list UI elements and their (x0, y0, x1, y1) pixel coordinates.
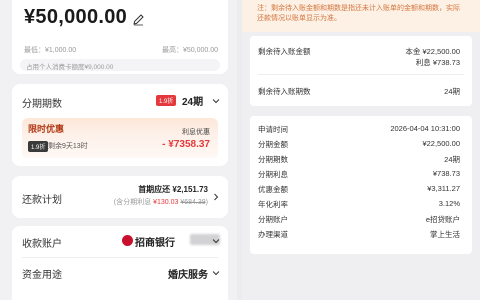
detail-value: e招贷账户 (425, 215, 460, 224)
interest-suffix: ) (205, 199, 208, 206)
detail-row: 优惠金额 ¥3,311.27 (258, 184, 460, 194)
bank-name[interactable]: 招商银行 (135, 234, 175, 249)
purpose-value[interactable]: 婚庆服务 (168, 266, 208, 281)
detail-row: 分期利息 ¥738.73 (258, 169, 460, 179)
installment-detail-panel: 注：剩余待入账金额和期数是指还未计入账单的金额和期数，实际还款情况以账单显示为准… (242, 0, 480, 300)
chevron-down-icon[interactable] (212, 237, 220, 245)
detail-label: 年化利率 (258, 200, 288, 209)
detail-label: 分期金额 (258, 140, 288, 149)
detail-value: ¥738.73 (432, 169, 460, 178)
detail-row: 申请时间 2026-04-04 10:31:00 (258, 124, 460, 134)
promo-title: 限时优惠 (28, 124, 65, 134)
first-payment-detail: (含分期利息 ¥130.03 ¥684.39) (114, 197, 208, 207)
detail-value: ¥22,500.00 (422, 139, 460, 148)
term-card: 分期期数 1.9折 24期 限时优惠 1.9折 剩余9天13时 利息优惠 - ¥… (12, 84, 228, 166)
interest-discount-value: - ¥7358.37 (162, 139, 210, 150)
max-amount: 最高：¥50,000.00 (161, 47, 218, 54)
detail-value: 掌上生活 (430, 230, 460, 239)
divider (258, 74, 464, 75)
interest-discount-label: 利息优惠 (182, 129, 210, 136)
detail-value: 2026-04-04 10:31:00 (390, 124, 460, 133)
repay-label: 还款计划 (22, 195, 62, 206)
repay-plan-row[interactable]: 还款计划 首期应还 ¥2,151.73 (含分期利息 ¥130.03 ¥684.… (12, 176, 228, 218)
interest-original: ¥684.39 (180, 199, 206, 206)
term-value[interactable]: 24期 (182, 93, 203, 108)
chevron-down-icon[interactable] (212, 269, 220, 277)
detail-label: 分期账户 (258, 215, 288, 224)
detail-label: 办理渠道 (258, 230, 288, 239)
detail-label: 申请时间 (258, 125, 288, 134)
installment-detail-card: 申请时间 2026-04-04 10:31:00 分期金额 ¥22,500.00 分… (250, 116, 472, 254)
detail-row: 分期期数 24期 (258, 154, 460, 164)
pending-interest: 利息 ¥738.73 (415, 58, 460, 67)
detail-value: 24期 (444, 155, 460, 164)
amount-value[interactable]: ¥50,000.00 (24, 6, 127, 29)
term-label: 分期期数 (22, 99, 62, 110)
chevron-right-icon[interactable] (212, 193, 220, 201)
amount-card: ¥50,000.00 最低：¥1,000.00 最高：¥50,000.00 占用… (12, 0, 228, 74)
first-payment: 首期应还 ¥2,151.73 (138, 185, 208, 194)
installment-form-panel: ¥50,000.00 最低：¥1,000.00 最高：¥50,000.00 占用… (0, 0, 237, 300)
bank-logo-icon (122, 235, 133, 246)
pending-amount-label: 剩余待入账金额 (258, 47, 311, 56)
detail-row: 办理渠道 掌上生活 (258, 229, 460, 239)
detail-row: 分期账户 e招贷账户 (258, 214, 460, 224)
interest-prefix: (含分期利息 (113, 199, 154, 206)
notice-banner: 注：剩余待入账金额和期数是指还未计入账单的金额和期数，实际还款情况以账单显示为准… (242, 0, 480, 32)
divider (22, 257, 218, 258)
detail-value: ¥3,311.27 (427, 184, 460, 193)
edit-icon[interactable] (132, 13, 145, 26)
min-amount: 最低：¥1,000.00 (24, 47, 77, 54)
quota-tip: 占用个人消费卡额度¥9,000.00 (20, 59, 220, 71)
pending-principal: 本金 ¥22,500.00 (405, 47, 460, 56)
detail-label: 分期期数 (258, 155, 288, 164)
promo-countdown: 剩余9天13时 (48, 143, 88, 150)
promo-box: 限时优惠 1.9折 剩余9天13时 利息优惠 - ¥7358.37 (22, 118, 218, 158)
detail-row: 分期金额 ¥22,500.00 (258, 139, 460, 149)
detail-value: 3.12% (438, 199, 460, 208)
chevron-down-icon[interactable] (212, 97, 220, 105)
pending-terms: 24期 (444, 87, 460, 96)
detail-label: 分期利息 (258, 170, 288, 179)
purpose-label: 资金用途 (22, 270, 62, 281)
amount-range: 最低：¥1,000.00 最高：¥50,000.00 (24, 45, 218, 55)
promo-tag: 1.9折 (28, 141, 49, 152)
detail-label: 优惠金额 (258, 185, 288, 194)
detail-row: 年化利率 3.12% (258, 199, 460, 209)
pending-summary-card: 剩余待入账金额 本金 ¥22,500.00 利息 ¥738.73 剩余待入账期数… (250, 36, 472, 106)
interest-discounted: ¥130.03 (153, 199, 179, 206)
account-label: 收款账户 (22, 239, 62, 250)
account-card: 收款账户 招商银行 资金用途 婚庆服务 (12, 226, 228, 300)
pending-terms-label: 剩余待入账期数 (258, 87, 311, 96)
discount-badge: 1.9折 (156, 95, 177, 106)
